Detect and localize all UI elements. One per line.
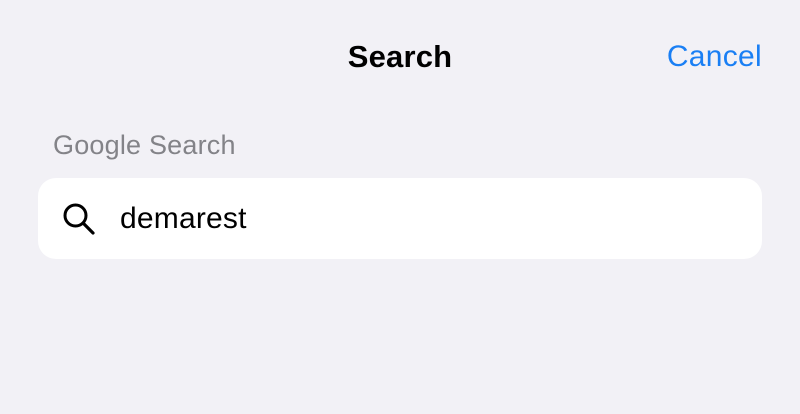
section-header: Google Search [53, 130, 236, 160]
search-icon [61, 201, 97, 237]
cancel-button[interactable]: Cancel [667, 36, 762, 78]
search-field[interactable] [38, 178, 762, 259]
search-input[interactable] [120, 178, 740, 259]
